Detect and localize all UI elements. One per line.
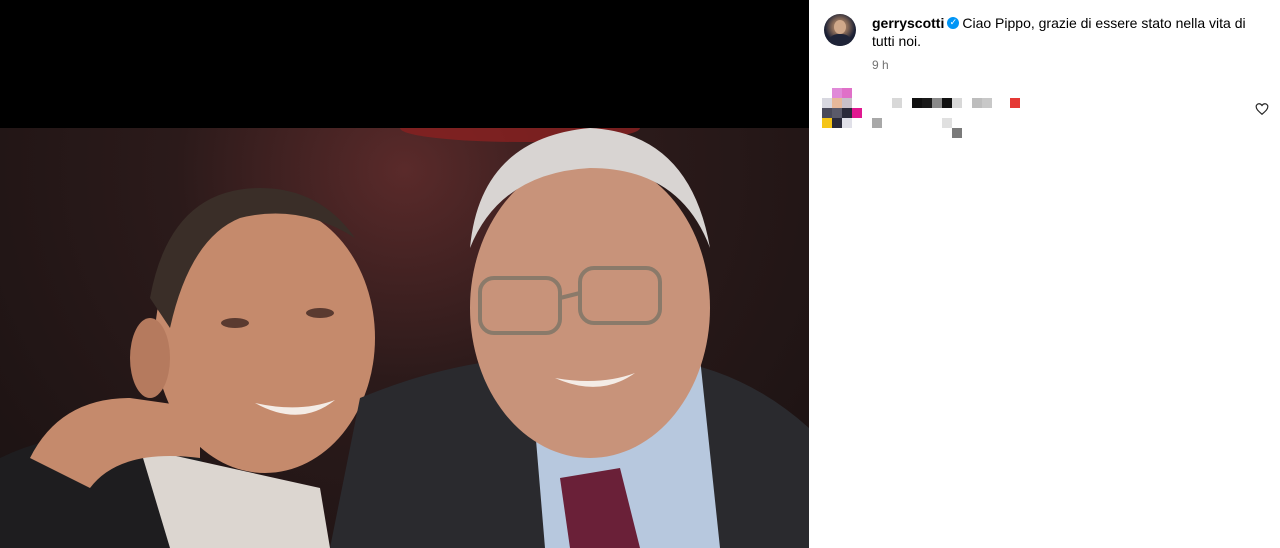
comment-text-pixel [972, 98, 982, 108]
comment-avatar-pixel [832, 88, 842, 98]
comment-avatar-pixel [832, 98, 842, 108]
comment-avatar-pixel [842, 118, 852, 128]
comment-text-pixel [942, 118, 952, 128]
comment-avatar-pixel [842, 108, 852, 118]
avatar[interactable] [824, 14, 856, 46]
comment-text-pixel [942, 98, 952, 108]
post-media[interactable] [0, 0, 809, 548]
post-caption: gerryscotti ✓ Ciao Pippo, grazie di essere… [872, 14, 1257, 50]
comment-avatar-pixel [842, 88, 852, 98]
post-sidebar: gerryscotti ✓ Ciao Pippo, grazie di essere… [809, 0, 1280, 548]
photo-illustration [0, 128, 809, 548]
post-photo [0, 128, 809, 548]
comment-text-pixel [922, 98, 932, 108]
comment-avatar-pixel [852, 108, 862, 118]
comment-avatar-pixel [842, 98, 852, 108]
username-link[interactable]: gerryscotti [872, 15, 944, 31]
verified-badge-icon: ✓ [947, 17, 960, 30]
post-timestamp[interactable]: 9 h [872, 58, 889, 72]
comment-text-pixel [912, 98, 922, 108]
comment-avatar-pixel [822, 108, 832, 118]
comment-text-pixel [1010, 98, 1020, 108]
comment-text-pixel [932, 98, 942, 108]
comment-avatar-pixel [832, 108, 842, 118]
instagram-post-view: gerryscotti ✓ Ciao Pippo, grazie di essere… [0, 0, 1280, 548]
comment-avatar-pixel [822, 118, 832, 128]
caption-row: gerryscotti ✓ Ciao Pippo, grazie di essere… [824, 14, 1264, 50]
comment-text-pixel [952, 128, 962, 138]
heart-icon[interactable] [1255, 102, 1269, 116]
comment-text-pixel [952, 98, 962, 108]
comment-text-pixel [872, 118, 882, 128]
comment-text-pixel [982, 98, 992, 108]
comment-avatar-pixel [832, 118, 842, 128]
comment-text-pixel [892, 98, 902, 108]
comment-avatar-pixel [822, 98, 832, 108]
